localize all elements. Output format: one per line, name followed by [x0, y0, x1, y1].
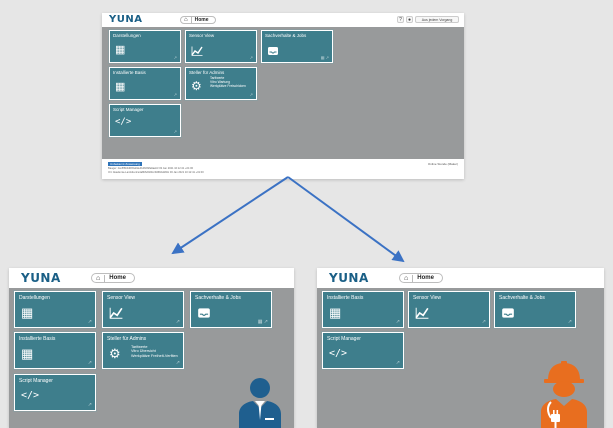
expand-icon: ↗ — [395, 319, 400, 325]
tile-script-manager[interactable]: Script Manager </> ↗ — [13, 373, 97, 412]
arrow-left — [171, 176, 289, 255]
technician-icon — [541, 361, 587, 428]
chart-line-icon — [109, 306, 123, 324]
expand-icon: ▦ ↗ — [257, 319, 268, 325]
expand-icon: ↗ — [87, 319, 92, 325]
tile-sensor-view[interactable]: Sensor View ↗ — [407, 290, 491, 329]
home-icon: ⌂ — [404, 274, 409, 282]
code-icon: </> — [329, 348, 348, 359]
home-label: Home — [417, 275, 434, 281]
tile-script-manager[interactable]: Script Manager </> ↗ — [321, 331, 405, 370]
tile-title: Sachverhalte & Jobs — [499, 295, 545, 301]
table-icon: ▦ — [21, 346, 34, 361]
left-logo: YUNA — [21, 271, 61, 285]
tile-title: Sensor View — [107, 295, 135, 301]
left-home-breadcrumb[interactable]: ⌂ Home — [91, 273, 135, 283]
expand-icon: ↗ — [567, 319, 572, 325]
right-screenshot: YUNA ⌂ Home Installierte Basis ▦ ↗ Senso… — [317, 268, 604, 428]
left-header: YUNA ⌂ Home — [9, 268, 294, 288]
home-label: Home — [109, 275, 126, 281]
tile-darstellungen[interactable]: Darstellungen ▦ ↗ — [13, 290, 97, 329]
expand-icon: ↗ — [175, 319, 180, 325]
table-icon: ▦ — [329, 305, 342, 320]
tile-title: Installierte Basis — [327, 295, 364, 301]
tile-installierte-basis[interactable]: Installierte Basis ▦ ↗ — [321, 290, 405, 329]
right-home-breadcrumb[interactable]: ⌂ Home — [399, 273, 443, 283]
tile-title: Darstellungen — [19, 295, 50, 301]
right-logo: YUNA — [329, 271, 369, 285]
tile-title: Sachverhalte & Jobs — [195, 295, 241, 301]
tile-sachverhalte-jobs[interactable]: Sachverhalte & Jobs ▦ ↗ — [189, 290, 273, 329]
chart-line-icon — [415, 306, 429, 324]
expand-icon: ↗ — [481, 319, 486, 325]
inbox-icon — [501, 306, 515, 324]
code-icon: </> — [21, 390, 40, 401]
breadcrumb-divider — [104, 274, 106, 282]
arrow-right — [287, 176, 405, 263]
expand-icon: ↗ — [395, 360, 400, 366]
tile-steller-admins[interactable]: Steller für Admins ⚙ Tarifwerte Vitro Üb… — [101, 331, 185, 370]
expand-icon: ↗ — [87, 402, 92, 408]
gear-icon: ⚙ — [109, 346, 121, 361]
tile-title: Steller für Admins — [107, 336, 147, 342]
tile-sensor-view[interactable]: Sensor View ↗ — [101, 290, 185, 329]
home-icon: ⌂ — [96, 274, 101, 282]
tile-title: Script Manager — [19, 378, 53, 384]
composite-illustration: YUNA ⌂ Home ? ● Aus jedem Vorgang Darste… — [0, 0, 613, 428]
tile-sachverhalte-jobs[interactable]: Sachverhalte & Jobs ↗ — [493, 290, 577, 329]
right-header: YUNA ⌂ Home — [317, 268, 604, 288]
inbox-icon — [197, 306, 211, 324]
left-screenshot: YUNA ⌂ Home Darstellungen ▦ ↗ Sensor Vie… — [9, 268, 294, 428]
breadcrumb-divider — [412, 274, 414, 282]
expand-icon: ↗ — [175, 360, 180, 366]
tile-title: Installierte Basis — [19, 336, 56, 342]
admin-link-list: Tarifwerte Vitro Übersicht Werkplätze Fr… — [131, 345, 178, 358]
tile-installierte-basis[interactable]: Installierte Basis ▦ ↗ — [13, 331, 97, 370]
tile-title: Script Manager — [327, 336, 361, 342]
businessman-icon — [239, 378, 281, 428]
admin-link[interactable]: Werkplätze Freihelt-Verfiten — [131, 354, 178, 358]
tile-title: Sensor View — [413, 295, 441, 301]
expand-icon: ↗ — [87, 360, 92, 366]
table-icon: ▦ — [21, 305, 34, 320]
